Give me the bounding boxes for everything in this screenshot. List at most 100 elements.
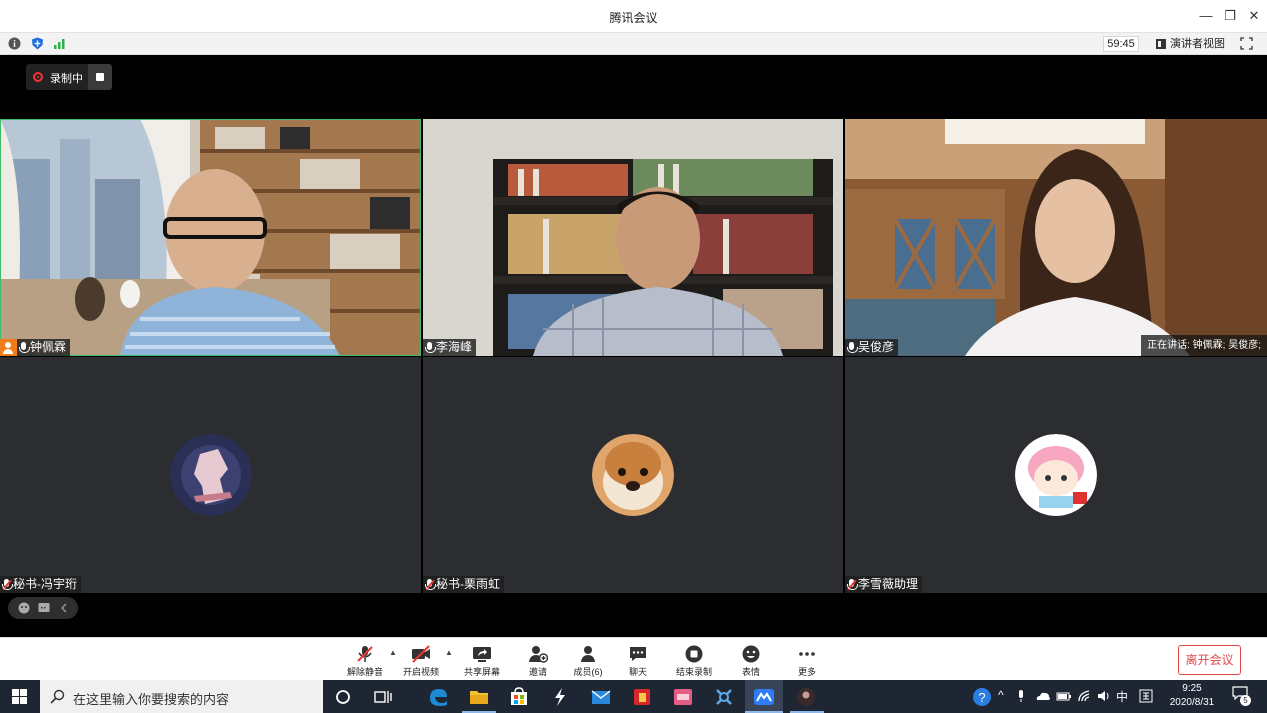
end-recording-label: 结束录制: [675, 667, 712, 677]
participant-video: [0, 119, 421, 356]
reactions-label: 表情: [741, 667, 760, 677]
mini-toolbar: [8, 597, 78, 619]
restore-button[interactable]: ❐: [1221, 7, 1239, 25]
members-label: 成员(6): [573, 667, 603, 677]
app-red-icon[interactable]: [631, 686, 653, 708]
tray-mic-icon[interactable]: [1014, 689, 1028, 703]
start-video-label: 开启视频: [402, 667, 439, 677]
chat-button[interactable]: 聊天: [616, 642, 660, 678]
file-explorer-icon[interactable]: [468, 686, 490, 708]
avatar: [169, 434, 252, 516]
members-icon: [581, 646, 595, 662]
app-photo-icon[interactable]: [795, 686, 817, 708]
task-view-icon[interactable]: [372, 686, 394, 708]
mic-icon: [19, 341, 30, 354]
meeting-toolbar: 解除静音 ▲ 开启视频 ▲ 共享屏幕 邀请 成员(6) 聊天 结束录制 表情 更…: [0, 637, 1267, 680]
video-tile-wu[interactable]: 正在讲话: 钟佩霖; 吴俊彦; 吴俊彦: [845, 119, 1267, 356]
reactions-button[interactable]: 表情: [729, 642, 773, 678]
video-stage: 录制中 钟佩霖 李海峰 正在讲话: 钟佩霖; 吴俊彦; 吴俊彦 秘书-冯宇珩 秘…: [0, 55, 1267, 637]
unmute-button[interactable]: 解除静音: [343, 642, 387, 678]
share-screen-label: 共享屏幕: [463, 667, 500, 677]
unmute-label: 解除静音: [346, 667, 383, 677]
clock-date: 2020/8/31: [1169, 697, 1215, 708]
audio-options-caret[interactable]: ▲: [389, 648, 397, 657]
participant-name: 秘书-栗雨虹: [436, 577, 500, 591]
chat-bubble-icon[interactable]: [38, 602, 50, 614]
mail-icon[interactable]: [590, 686, 612, 708]
svg-text:?: ?: [978, 690, 985, 705]
mic-muted-icon: [2, 578, 13, 591]
edge-browser-icon[interactable]: [427, 686, 449, 708]
mic-icon: [425, 341, 436, 354]
app-lightning-icon[interactable]: [549, 686, 571, 708]
video-tile-zhong[interactable]: 钟佩霖: [0, 119, 421, 356]
keyboard-icon[interactable]: [1139, 689, 1153, 703]
speaker-view-button[interactable]: 演讲者视图: [1156, 36, 1225, 52]
help-icon[interactable]: ?: [971, 686, 993, 708]
participant-video: [845, 119, 1267, 356]
collapse-icon[interactable]: [60, 603, 68, 613]
more-button[interactable]: 更多: [785, 642, 829, 678]
windows-start-icon[interactable]: [12, 689, 27, 704]
video-tile-li-haifeng[interactable]: 李海峰: [423, 119, 843, 356]
emoji-icon[interactable]: [18, 602, 30, 614]
stop-recording-button[interactable]: [88, 64, 112, 90]
info-icon[interactable]: [8, 37, 21, 50]
video-options-caret[interactable]: ▲: [445, 648, 453, 657]
cortana-icon[interactable]: [332, 686, 354, 708]
clock-time: 9:25: [1182, 683, 1202, 694]
store-icon[interactable]: [508, 686, 530, 708]
video-tile-feng[interactable]: 秘书-冯宇珩: [0, 357, 421, 593]
avatar-image: [169, 434, 252, 516]
host-badge-icon: [0, 339, 17, 356]
battery-icon[interactable]: [1056, 689, 1072, 703]
participant-name: 李雪薇助理: [858, 577, 919, 591]
ime-indicator[interactable]: 中: [1116, 688, 1128, 705]
start-video-button[interactable]: 开启视频: [399, 642, 443, 678]
window-title: 腾讯会议: [609, 11, 658, 25]
invite-button[interactable]: 邀请: [516, 642, 560, 678]
app-pink-icon[interactable]: [672, 686, 694, 708]
chat-icon: [630, 647, 646, 661]
mic-muted-icon: [847, 578, 858, 591]
mic-icon: [847, 341, 858, 354]
participant-name: 秘书-冯宇珩: [13, 577, 77, 591]
speaking-indicator: 正在讲话: 钟佩霖; 吴俊彦;: [1141, 335, 1267, 356]
action-center-button[interactable]: 5: [1232, 686, 1252, 706]
share-screen-button[interactable]: 共享屏幕: [460, 642, 504, 678]
wifi-icon[interactable]: [1077, 689, 1093, 703]
video-tile-li-xuewei[interactable]: 李雪薇助理: [845, 357, 1267, 593]
volume-icon[interactable]: [1096, 689, 1112, 703]
tencent-meeting-taskbar-button[interactable]: [745, 680, 783, 713]
participant-name: 钟佩霖: [30, 340, 67, 354]
end-recording-button[interactable]: 结束录制: [672, 642, 716, 678]
video-tile-li-yuhong[interactable]: 秘书-栗雨虹: [423, 357, 843, 593]
avatar-image: [1015, 434, 1097, 516]
shield-icon[interactable]: [31, 37, 44, 50]
recording-label: 录制中: [50, 73, 83, 85]
signal-icon[interactable]: [53, 37, 66, 50]
search-icon: [50, 689, 65, 704]
fullscreen-icon[interactable]: [1240, 37, 1253, 50]
invite-icon: [529, 646, 548, 663]
participant-video: [423, 119, 843, 356]
app-blue-icon[interactable]: [713, 686, 735, 708]
close-button[interactable]: ✕: [1245, 7, 1263, 25]
minimize-button[interactable]: —: [1197, 7, 1215, 25]
name-tag: 秘书-冯宇珩: [0, 576, 81, 593]
smile-icon: [742, 645, 760, 663]
onedrive-icon[interactable]: [1035, 689, 1051, 703]
system-clock[interactable]: 9:25 2020/8/31: [1160, 682, 1224, 710]
meeting-info-bar: 59:45 演讲者视图: [0, 33, 1267, 55]
participant-name: 李海峰: [436, 340, 473, 354]
leave-meeting-button[interactable]: 离开会议: [1178, 645, 1241, 675]
name-tag: 李雪薇助理: [845, 576, 923, 593]
name-tag: 李海峰: [423, 339, 477, 356]
more-label: 更多: [797, 667, 816, 677]
meeting-timer: 59:45: [1103, 36, 1139, 52]
members-button[interactable]: 成员(6): [566, 642, 610, 678]
taskbar-search-input[interactable]: 在这里输入你要搜索的内容: [40, 680, 323, 713]
stop-record-icon: [685, 645, 703, 663]
invite-label: 邀请: [528, 667, 547, 677]
tray-expand-icon[interactable]: ^: [998, 688, 1004, 702]
